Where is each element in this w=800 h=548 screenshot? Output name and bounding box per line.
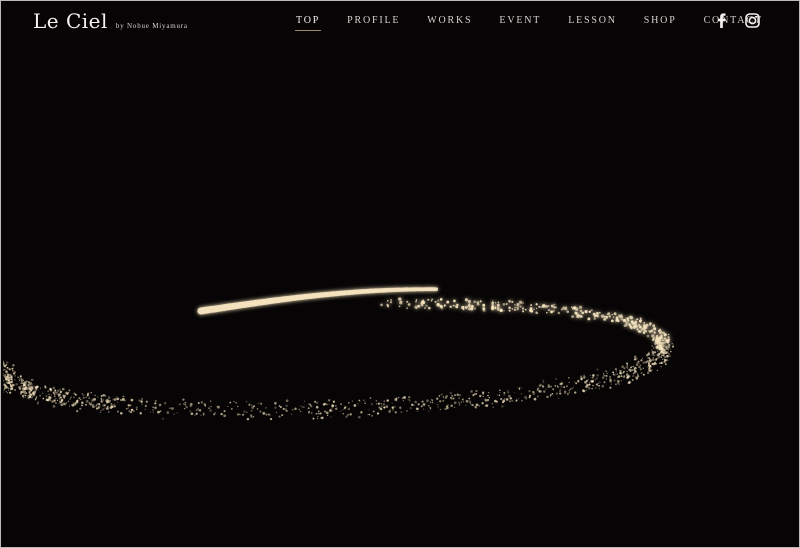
nav-item-top[interactable]: TOP — [293, 13, 323, 31]
page-viewport: Le Ciel by Nobue Miyamura TOP PROFILE WO… — [3, 3, 797, 545]
nav-item-works[interactable]: WORKS — [424, 13, 475, 31]
facebook-link[interactable] — [717, 12, 726, 28]
instagram-icon — [745, 12, 760, 28]
hero-sparkle-animation — [3, 287, 675, 421]
logo-title: Le Ciel — [33, 9, 108, 33]
nav-item-lesson[interactable]: LESSON — [565, 13, 620, 31]
facebook-icon — [717, 12, 726, 28]
nav-item-shop[interactable]: SHOP — [641, 13, 680, 31]
instagram-link[interactable] — [745, 12, 760, 28]
site-header: Le Ciel by Nobue Miyamura TOP PROFILE WO… — [3, 3, 797, 47]
sparkle-trail-bright — [197, 287, 671, 352]
main-nav: TOP PROFILE WORKS EVENT LESSON SHOP CONT… — [293, 13, 787, 31]
nav-item-event[interactable]: EVENT — [496, 13, 544, 31]
logo-byline: by Nobue Miyamura — [115, 22, 188, 30]
browser-frame: Le Ciel by Nobue Miyamura TOP PROFILE WO… — [0, 0, 800, 548]
nav-item-profile[interactable]: PROFILE — [344, 13, 403, 31]
site-logo[interactable]: Le Ciel by Nobue Miyamura — [33, 9, 188, 33]
sparkle-trail-dim — [3, 339, 675, 421]
